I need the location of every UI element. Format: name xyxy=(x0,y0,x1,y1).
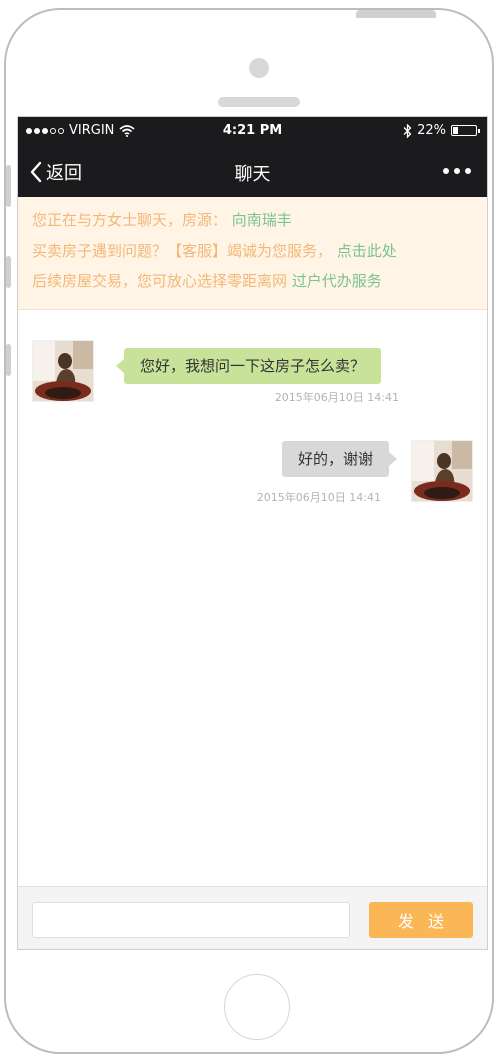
earpiece-speaker xyxy=(218,97,300,107)
send-button[interactable]: 发送 xyxy=(369,902,473,938)
customer-service-link[interactable]: 点击此处 xyxy=(337,242,397,260)
volume-down-button xyxy=(6,344,11,376)
user-avatar[interactable] xyxy=(411,440,473,502)
notice-text-3: 后续房屋交易，您可放心选择零距离网 xyxy=(32,272,288,290)
contact-avatar[interactable] xyxy=(32,340,94,402)
page-title: 聊天 xyxy=(234,164,271,185)
status-bar: VIRGIN 4:21 PM 22% xyxy=(18,117,487,145)
message-time: 2015年06月10日 14:41 xyxy=(256,491,381,504)
front-camera xyxy=(249,58,269,78)
avatar-image xyxy=(412,441,472,501)
message-bubble-outgoing[interactable]: 好的，谢谢 xyxy=(281,441,398,477)
battery-icon xyxy=(451,125,480,136)
nav-bar: 返回 聊天 xyxy=(18,145,487,197)
bluetooth-icon xyxy=(403,123,412,138)
message-time: 2015年06月10日 14:41 xyxy=(274,391,399,404)
mute-switch xyxy=(6,165,11,207)
battery-fill xyxy=(453,127,458,134)
chat-area[interactable]: 您好，我想问一下这房子怎么卖？ 2015年06月10日 14:41 好的，谢谢 … xyxy=(18,310,487,886)
home-button[interactable] xyxy=(224,974,290,1040)
notice-line-2: 买卖房子遇到问题？【客服】竭诚为您服务， 点击此处 xyxy=(32,236,487,267)
battery-percent: 22% xyxy=(417,123,446,138)
transfer-service-link[interactable]: 过户代办服务 xyxy=(292,272,382,290)
avatar-image xyxy=(33,341,93,401)
volume-up-button xyxy=(6,256,11,288)
more-dots-icon[interactable] xyxy=(443,168,471,174)
message-bubble-incoming[interactable]: 您好，我想问一下这房子怎么卖？ xyxy=(115,348,382,384)
message-input[interactable] xyxy=(32,902,350,938)
notice-text-2: 买卖房子遇到问题？【客服】竭诚为您服务， xyxy=(32,241,333,260)
status-right: 22% xyxy=(403,123,480,138)
notice-banner: 您正在与方女士聊天，房源： 向南瑞丰 买卖房子遇到问题？【客服】竭诚为您服务， … xyxy=(18,197,487,310)
notice-text-1: 您正在与方女士聊天，房源： xyxy=(32,211,228,229)
power-button xyxy=(356,10,436,18)
listing-link[interactable]: 向南瑞丰 xyxy=(232,211,292,229)
notice-line-3: 后续房屋交易，您可放心选择零距离网 过户代办服务 xyxy=(32,266,487,297)
composer-bar: 发送 xyxy=(18,886,487,949)
notice-line-1: 您正在与方女士聊天，房源： 向南瑞丰 xyxy=(32,205,487,236)
phone-screen: VIRGIN 4:21 PM 22% 返回 聊天 您正在与方女士聊天，房源： 向… xyxy=(17,116,488,950)
